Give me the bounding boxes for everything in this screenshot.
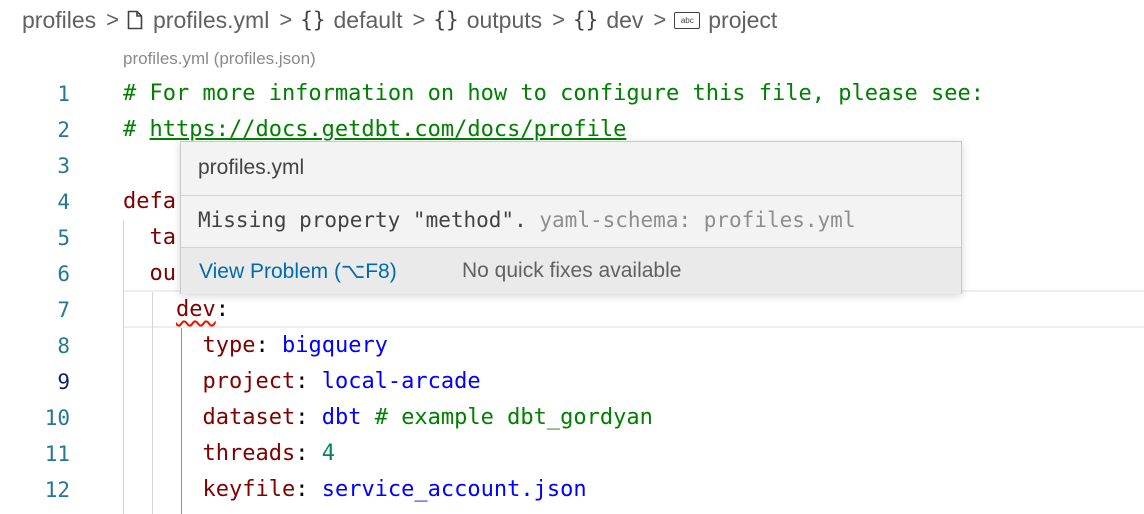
breadcrumb-separator: >: [552, 7, 566, 32]
code-token: # example dbt_gordyan: [361, 405, 653, 430]
string-icon: abc: [674, 11, 701, 29]
line-number: 7: [57, 298, 70, 322]
code-token: :: [295, 369, 322, 394]
problem-hover: profiles.yml Missing property "method". …: [180, 141, 962, 294]
code-token: :: [295, 405, 322, 430]
code-token: defa: [123, 189, 176, 214]
breadcrumb-separator: >: [279, 7, 293, 32]
code-token: project: [202, 369, 296, 394]
code-token: bigquery: [281, 333, 388, 358]
breadcrumb-label: profiles: [22, 6, 97, 33]
breadcrumb-label: project: [708, 6, 778, 33]
code-line[interactable]: 10 dataset: dbt # example dbt_gordyan: [0, 400, 1144, 436]
line-code: ta: [123, 220, 176, 256]
breadcrumb-separator: >: [106, 7, 120, 32]
hover-status-bar: View Problem (⌥F8) No quick fixes availa…: [181, 248, 961, 294]
breadcrumb-item-default[interactable]: {} default: [300, 7, 402, 34]
line-code: ou: [123, 256, 176, 292]
line-number: 11: [44, 442, 70, 466]
hover-message: Missing property "method". yaml-schema: …: [198, 208, 855, 232]
line-number: 8: [57, 334, 70, 358]
code-line[interactable]: 11 threads: 4: [0, 436, 1144, 472]
code-token: :: [295, 441, 322, 466]
breadcrumb-separator: >: [653, 7, 667, 32]
code-line[interactable]: 8 type: bigquery: [0, 328, 1144, 364]
breadcrumb-item-outputs[interactable]: {} outputs: [433, 7, 542, 34]
breadcrumb-label: dev: [606, 6, 644, 33]
line-code: type: bigquery: [123, 328, 388, 364]
line-number: 12: [44, 478, 70, 502]
code-token: :: [295, 477, 322, 502]
code-token: #: [123, 117, 150, 142]
code-token: type: [202, 333, 256, 358]
line-number: 2: [57, 118, 70, 142]
line-number: 4: [57, 190, 70, 214]
breadcrumb-label: profiles.yml: [153, 6, 270, 33]
schema-codelens[interactable]: profiles.yml (profiles.json): [123, 49, 316, 69]
line-code: keyfile: service_account.json: [123, 472, 587, 508]
code-token: ta: [123, 225, 176, 250]
line-code: dataset: dbt # example dbt_gordyan: [123, 400, 653, 436]
code-token: ou: [123, 261, 176, 286]
code-token: 4: [321, 441, 335, 466]
code-token: dataset: [202, 405, 296, 430]
code-token: dbt: [321, 405, 362, 430]
view-problem-link[interactable]: View Problem (⌥F8): [199, 259, 397, 284]
breadcrumb-label: default: [333, 6, 403, 33]
braces-icon: {}: [300, 8, 326, 32]
no-quick-fixes-text: No quick fixes available: [462, 259, 682, 282]
line-number: 1: [57, 82, 70, 106]
braces-icon: {}: [433, 8, 459, 32]
error-token: dev: [175, 297, 216, 322]
line-number: 6: [57, 262, 70, 286]
line-code: defa: [123, 184, 176, 220]
line-number: 10: [44, 406, 70, 430]
code-token: keyfile: [202, 477, 296, 502]
line-number: 9: [57, 370, 70, 394]
breadcrumb-separator: >: [412, 7, 426, 32]
code-token: https://docs.getdbt.com/docs/profile: [149, 117, 627, 142]
breadcrumb-item-profiles[interactable]: profiles: [22, 7, 96, 34]
code-line[interactable]: 1 # For more information on how to config…: [0, 76, 1144, 112]
line-code: # For more information on how to configu…: [123, 76, 984, 112]
breadcrumb: profiles > profiles.yml > {} default > {…: [0, 0, 1144, 40]
code-line[interactable]: 12 keyfile: service_account.json: [0, 472, 1144, 508]
code-token: :: [255, 333, 282, 358]
hover-title: profiles.yml: [198, 156, 305, 179]
code-token: service_account.json: [321, 477, 587, 502]
line-code: threads: 4: [123, 436, 335, 472]
code-line[interactable]: 7 dev:: [0, 292, 1144, 328]
problem-message: Missing property "method".: [198, 208, 527, 232]
code-token: local-arcade: [321, 369, 481, 394]
line-number: 5: [57, 226, 70, 250]
breadcrumb-item-dev[interactable]: {} dev: [573, 7, 643, 34]
file-icon: [127, 10, 143, 30]
breadcrumb-label: outputs: [466, 6, 543, 33]
breadcrumb-item-profiles-yml[interactable]: profiles.yml: [127, 7, 269, 34]
hover-divider: [181, 195, 961, 196]
code-token: threads: [202, 441, 296, 466]
code-line[interactable]: 9 project: local-arcade: [0, 364, 1144, 400]
code-token: :: [215, 297, 229, 322]
braces-icon: {}: [573, 8, 599, 32]
line-code: project: local-arcade: [123, 364, 481, 400]
line-number: 3: [57, 154, 70, 178]
line-code: dev:: [123, 292, 229, 328]
problem-source: yaml-schema: profiles.yml: [539, 208, 856, 232]
breadcrumb-item-project[interactable]: abc project: [674, 7, 777, 34]
code-token: # For more information on how to configu…: [123, 81, 984, 106]
